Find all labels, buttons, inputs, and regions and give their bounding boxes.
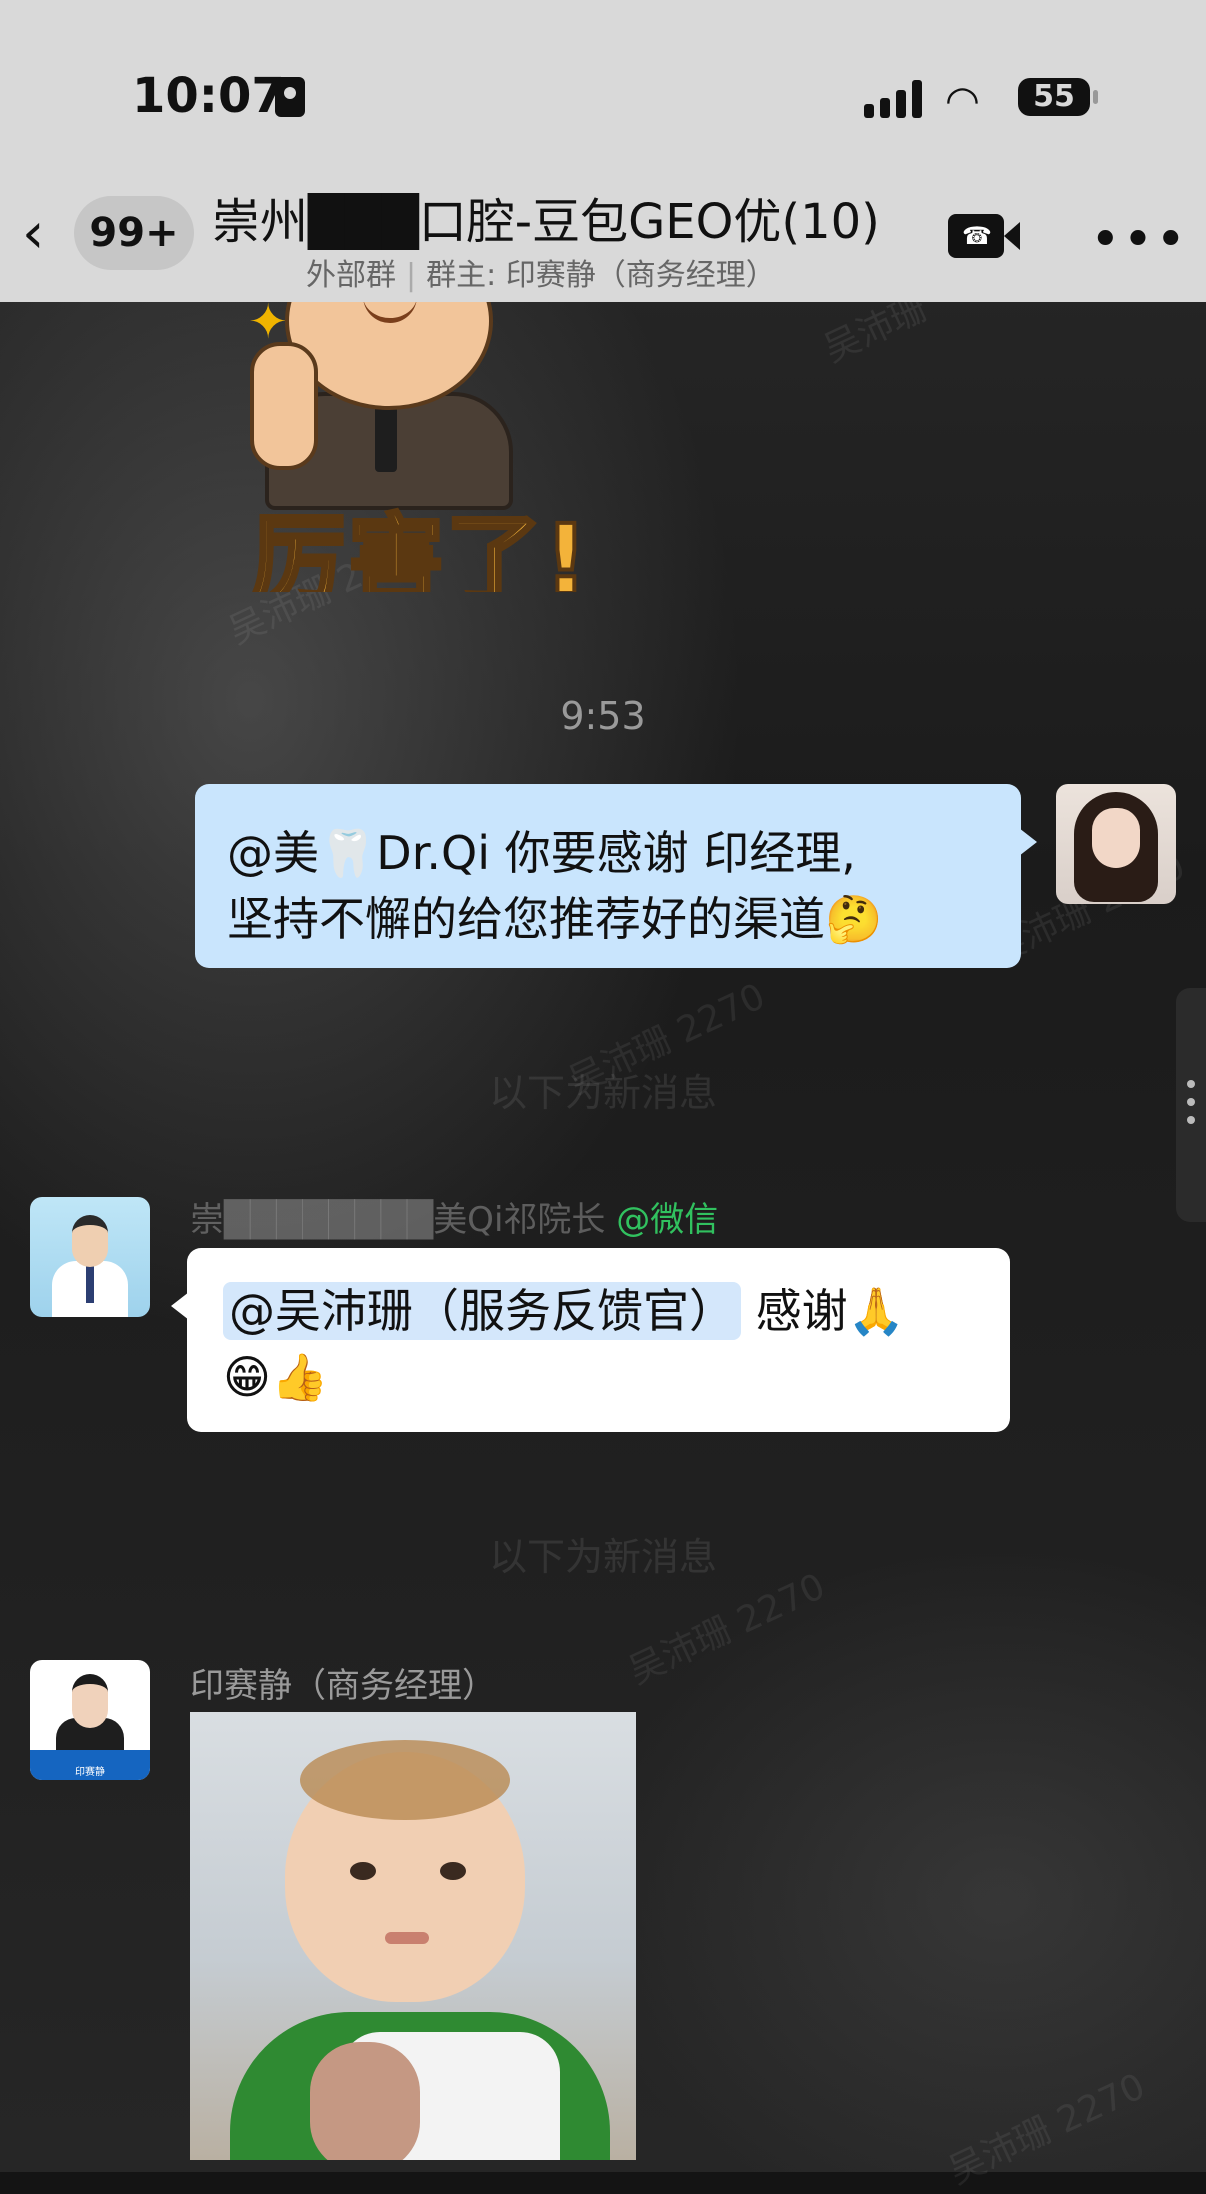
- divider: |: [406, 258, 417, 293]
- sender-name: 崇████████美Qi祁院长 @微信: [190, 1200, 719, 1240]
- more-options-button[interactable]: •••: [1090, 210, 1188, 270]
- group-owner-label: 群主: 印赛静（商务经理）: [426, 258, 776, 293]
- side-drawer-handle[interactable]: [1176, 988, 1206, 1222]
- external-group-tag: 外部群: [306, 258, 396, 293]
- sender-avatar[interactable]: [30, 1197, 150, 1317]
- new-messages-divider: 以下为新消息: [488, 1535, 717, 1579]
- message-text-line: 坚持不懈的给您推荐好的渠道🤔: [227, 892, 883, 946]
- message-timestamp: 9:53: [560, 694, 646, 738]
- chat-subtitle: 外部群 | 群主: 印赛静（商务经理）: [306, 250, 776, 294]
- wifi-icon: ◠: [945, 78, 980, 124]
- mention-chip[interactable]: @吴沛珊（服务反馈官）: [223, 1282, 741, 1340]
- incoming-message-bubble[interactable]: @吴沛珊（服务反馈官） 感谢🙏 😁👍: [171, 1248, 1010, 1432]
- image-message[interactable]: [190, 1712, 636, 2160]
- call-button[interactable]: ☎: [948, 214, 1020, 258]
- wechat-source-label: @微信: [616, 1200, 719, 1240]
- cellular-signal-icon: [864, 80, 924, 118]
- thumbs-up-hand: [250, 342, 318, 470]
- status-time: 10:07: [132, 68, 285, 124]
- sender-avatar[interactable]: 印赛静: [30, 1660, 150, 1780]
- sticker-image[interactable]: ✦ 厉害了!: [170, 302, 600, 592]
- message-text-line: @美🦷Dr.Qi 你要感谢 印经理,: [227, 826, 856, 880]
- chat-title[interactable]: 崇州███口腔-豆包GEO优(10): [212, 182, 880, 252]
- sticker-caption: 厉害了!: [248, 502, 590, 592]
- new-messages-divider: 以下为新消息: [488, 1071, 717, 1115]
- phone-icon: ☎: [962, 222, 992, 250]
- my-avatar[interactable]: [1056, 784, 1176, 904]
- navigation-header: 10:07 ◠ 55 ‹ 99+ 崇州███口腔-豆包GEO优(10) 外部群 |…: [0, 0, 1206, 302]
- id-card-icon: [275, 77, 305, 117]
- sender-name: 印赛静（商务经理）: [190, 1666, 496, 1706]
- message-text-line: 😁👍: [223, 1350, 329, 1404]
- outgoing-message-bubble[interactable]: @美🦷Dr.Qi 你要感谢 印经理, 坚持不懈的给您推荐好的渠道🤔: [195, 784, 1037, 968]
- back-button[interactable]: ‹: [22, 206, 62, 266]
- message-text: 感谢🙏: [755, 1284, 905, 1338]
- unread-count-badge[interactable]: 99+: [74, 196, 194, 270]
- battery-indicator: 55: [1018, 78, 1098, 116]
